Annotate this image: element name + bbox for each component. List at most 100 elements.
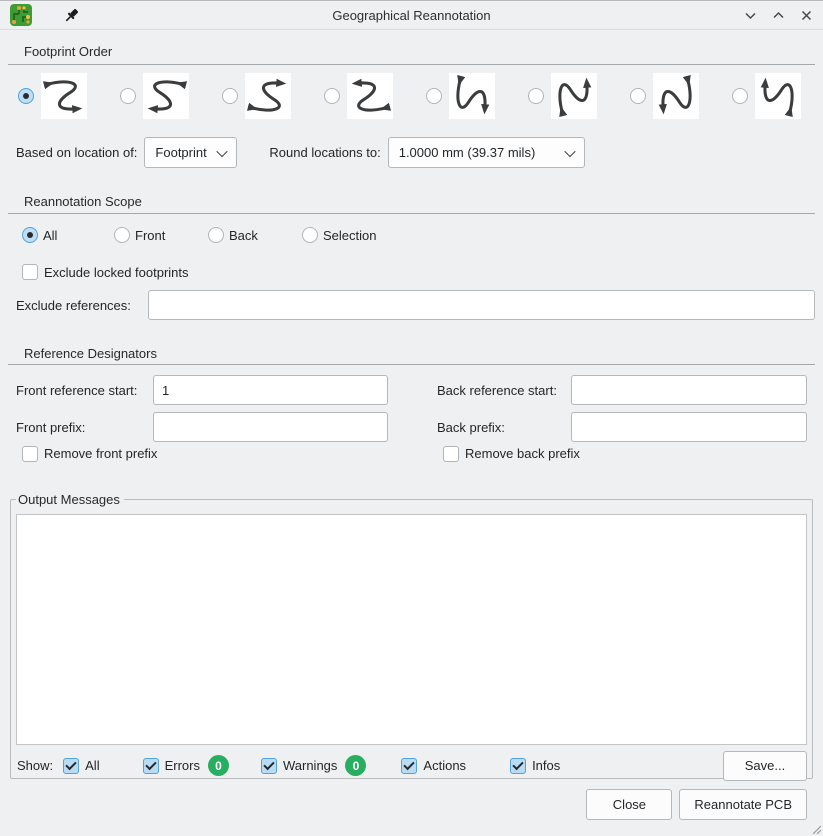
filter-warnings-label: Warnings — [283, 758, 337, 773]
check-icon — [512, 758, 523, 769]
section-divider — [8, 364, 815, 365]
order-radio-lr-tb[interactable] — [18, 88, 34, 104]
filter-all-checkbox[interactable] — [63, 758, 79, 774]
back-reference-start-label: Back reference start: — [437, 383, 571, 398]
remove-back-prefix-option[interactable]: Remove back prefix — [443, 446, 807, 462]
scope-option-selection[interactable]: Selection — [302, 227, 376, 243]
order-radio-bt-rl[interactable] — [732, 88, 748, 104]
order-option-lr-bt[interactable] — [222, 73, 291, 119]
filter-warnings[interactable]: Warnings 0 — [261, 755, 366, 776]
reannotate-pcb-button[interactable]: Reannotate PCB — [679, 789, 807, 820]
based-on-location-value: Footprint — [155, 145, 206, 160]
filter-all[interactable]: All — [63, 758, 99, 774]
check-icon — [404, 758, 415, 769]
order-radio-tb-lr[interactable] — [426, 88, 442, 104]
window-title: Geographical Reannotation — [332, 8, 490, 23]
warnings-count-badge: 0 — [345, 755, 366, 776]
exclude-references-input[interactable] — [148, 290, 815, 320]
back-prefix-label: Back prefix: — [437, 420, 571, 435]
front-prefix-label: Front prefix: — [16, 420, 153, 435]
scope-radio-selection[interactable] — [302, 227, 318, 243]
front-reference-start-input[interactable] — [153, 375, 388, 405]
order-icon-bottom-top-left-right — [552, 74, 596, 118]
based-on-location-label: Based on location of: — [16, 145, 137, 160]
resize-grip[interactable] — [811, 824, 821, 834]
scope-option-back[interactable]: Back — [208, 227, 302, 243]
footprint-order-options — [18, 73, 823, 119]
order-option-bt-lr[interactable] — [528, 73, 597, 119]
front-prefix-input[interactable] — [153, 412, 388, 442]
exclude-locked-footprints-checkbox[interactable] — [22, 264, 38, 280]
errors-count-badge: 0 — [208, 755, 229, 776]
filter-actions[interactable]: Actions — [401, 758, 466, 774]
remove-front-prefix-label: Remove front prefix — [44, 446, 157, 461]
round-locations-select[interactable]: 1.0000 mm (39.37 mils) — [388, 137, 585, 168]
filter-errors-checkbox[interactable] — [143, 758, 159, 774]
scope-label-front: Front — [135, 228, 165, 243]
scope-radio-all[interactable] — [22, 227, 38, 243]
scope-radio-back[interactable] — [208, 227, 224, 243]
order-icon-right-left-bottom-top — [348, 74, 392, 118]
check-icon — [263, 758, 274, 769]
remove-back-prefix-checkbox[interactable] — [443, 446, 459, 462]
remove-front-prefix-option[interactable]: Remove front prefix — [22, 446, 388, 462]
pin-icon[interactable] — [63, 7, 80, 24]
filter-errors-label: Errors — [165, 758, 200, 773]
filter-infos[interactable]: Infos — [510, 758, 560, 774]
check-icon — [65, 758, 76, 769]
order-radio-rl-tb[interactable] — [120, 88, 136, 104]
order-radio-tb-rl[interactable] — [630, 88, 646, 104]
front-reference-start-label: Front reference start: — [16, 383, 153, 398]
scope-label-selection: Selection — [323, 228, 376, 243]
exclude-references-label: Exclude references: — [16, 298, 148, 313]
order-option-lr-tb[interactable] — [18, 73, 87, 119]
scope-options: All Front Back Selection — [22, 227, 823, 243]
close-button[interactable]: Close — [586, 789, 672, 820]
scope-label-back: Back — [229, 228, 258, 243]
scope-option-all[interactable]: All — [22, 227, 114, 243]
output-messages-title: Output Messages — [16, 492, 124, 507]
titlebar[interactable]: Geographical Reannotation — [0, 1, 823, 30]
scope-option-front[interactable]: Front — [114, 227, 208, 243]
exclude-locked-footprints-option[interactable]: Exclude locked footprints — [22, 264, 823, 280]
order-icon-top-bottom-right-left — [654, 74, 698, 118]
filter-warnings-checkbox[interactable] — [261, 758, 277, 774]
show-filters-label: Show: — [17, 758, 53, 773]
remove-back-prefix-label: Remove back prefix — [465, 446, 580, 461]
check-icon — [145, 758, 156, 769]
section-divider — [8, 213, 815, 214]
based-on-location-select[interactable]: Footprint — [144, 137, 237, 168]
filter-actions-label: Actions — [423, 758, 466, 773]
scope-radio-front[interactable] — [114, 227, 130, 243]
order-option-tb-lr[interactable] — [426, 73, 495, 119]
output-messages-area[interactable] — [16, 514, 807, 745]
save-button[interactable]: Save... — [723, 751, 807, 781]
chevron-down-icon — [564, 145, 575, 156]
order-option-rl-bt[interactable] — [324, 73, 393, 119]
order-option-rl-tb[interactable] — [120, 73, 189, 119]
order-icon-top-bottom-left-right — [450, 74, 494, 118]
minimize-icon[interactable] — [744, 9, 757, 22]
section-divider — [8, 64, 815, 65]
order-radio-rl-bt[interactable] — [324, 88, 340, 104]
order-option-bt-rl[interactable] — [732, 73, 801, 119]
back-prefix-input[interactable] — [571, 412, 807, 442]
order-radio-bt-lr[interactable] — [528, 88, 544, 104]
order-icon-left-right-bottom-top — [246, 74, 290, 118]
back-reference-start-input[interactable] — [571, 375, 807, 405]
chevron-down-icon — [217, 145, 228, 156]
filter-actions-checkbox[interactable] — [401, 758, 417, 774]
order-radio-lr-bt[interactable] — [222, 88, 238, 104]
maximize-icon[interactable] — [772, 9, 785, 22]
filter-all-label: All — [85, 758, 99, 773]
order-option-tb-rl[interactable] — [630, 73, 699, 119]
remove-front-prefix-checkbox[interactable] — [22, 446, 38, 462]
close-icon[interactable] — [800, 9, 813, 22]
exclude-locked-footprints-label: Exclude locked footprints — [44, 265, 189, 280]
scope-label-all: All — [43, 228, 57, 243]
filter-infos-checkbox[interactable] — [510, 758, 526, 774]
order-icon-right-left-top-bottom — [144, 74, 188, 118]
order-icon-bottom-top-right-left — [756, 74, 800, 118]
reference-designators-section-title: Reference Designators — [24, 346, 823, 362]
filter-errors[interactable]: Errors 0 — [143, 755, 229, 776]
